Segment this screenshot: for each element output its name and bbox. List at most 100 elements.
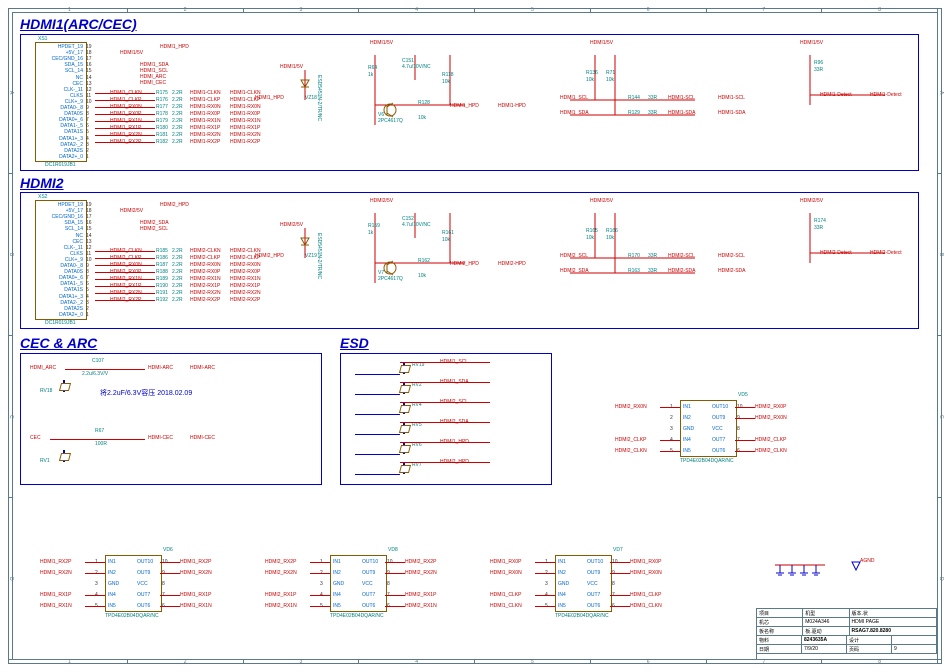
h2-v5-a: HDMI2/5V bbox=[370, 198, 393, 204]
connector-pin: SCL_14 bbox=[35, 226, 83, 232]
r128: R128 bbox=[418, 100, 430, 106]
c152v: 4.7u/10V/NC bbox=[402, 222, 431, 228]
connector-pin: DATA0S bbox=[35, 111, 83, 117]
arc-out2: HDMI-ARC bbox=[190, 365, 215, 371]
connector-pin: HPDET_19 bbox=[35, 202, 83, 208]
connector-pin: DATA0-_8 bbox=[35, 263, 83, 269]
connector-pin: DATA2-_2 bbox=[35, 300, 83, 306]
rv1: RV1 bbox=[40, 458, 50, 464]
connector-pin: SDA_15 bbox=[35, 62, 83, 68]
net-label: HDMI2_SCL bbox=[140, 226, 168, 232]
h1sda: HDMI1_SDA bbox=[560, 110, 589, 116]
connector-pin: CLK-_11 bbox=[35, 245, 83, 251]
h2-v5-c: HDMI2/5V bbox=[800, 198, 823, 204]
h1scl: HDMI1_SCL bbox=[560, 95, 588, 101]
r144v: 33R bbox=[648, 95, 657, 101]
h1-v5-b: HDMI1/5V bbox=[590, 40, 613, 46]
h2-v5-b: HDMI2/5V bbox=[590, 198, 613, 204]
r162: R162 bbox=[418, 258, 430, 264]
r174: R174 bbox=[814, 218, 826, 224]
r166v: 10k bbox=[606, 235, 614, 241]
connector-pin: DATA0S bbox=[35, 269, 83, 275]
r163v: 33R bbox=[648, 268, 657, 274]
rv18: RV18 bbox=[40, 388, 52, 394]
r159: R159 bbox=[368, 223, 380, 229]
r64v: 1k bbox=[368, 72, 373, 78]
h1hpd-out: HDMI1-HPD bbox=[498, 103, 526, 109]
connector-pin: DATA2-_2 bbox=[35, 142, 83, 148]
vz19-pwr: HDMI2/5V bbox=[280, 222, 303, 228]
vz18-hpd: HDMI1_HPD bbox=[255, 95, 284, 101]
r170v: 33R bbox=[648, 253, 657, 259]
vz18-pwr: HDMI1/5V bbox=[280, 64, 303, 70]
connector-pin: +5V_17 bbox=[35, 50, 83, 56]
h2hpd-in: HDMI2_HPD bbox=[450, 261, 479, 267]
xs1-footer: DC1R019JB1 bbox=[45, 162, 76, 168]
connector-pin: DATA0+_6 bbox=[35, 117, 83, 123]
esd-net: HDMI2_SDA bbox=[440, 419, 469, 425]
r71v: 10k bbox=[606, 77, 614, 83]
agnd-label: AGND bbox=[860, 558, 874, 564]
vz19-hpd: HDMI2_HPD bbox=[255, 253, 284, 259]
r174v: 33R bbox=[814, 225, 823, 231]
h1det: HDMI1-Detect bbox=[820, 92, 852, 98]
connector-pin: DATA1+_3 bbox=[35, 136, 83, 142]
r129: R129 bbox=[628, 110, 640, 116]
v7p: 2PC4617Q bbox=[378, 276, 403, 282]
connector-pin: CLK-_11 bbox=[35, 87, 83, 93]
connector-pin: DATA1S bbox=[35, 287, 83, 293]
connector-pin: CLKS bbox=[35, 251, 83, 257]
r129v: 33R bbox=[648, 110, 657, 116]
h2sda-o: HDMI2-SDA bbox=[668, 268, 696, 274]
cec-in: CEC bbox=[30, 435, 41, 441]
arc-out: HDMI-ARC bbox=[148, 365, 173, 371]
connector-pin: CLK+_9 bbox=[35, 257, 83, 263]
r162v: 10k bbox=[418, 273, 426, 279]
connector-pin: SDA_15 bbox=[35, 220, 83, 226]
connector-pin: DATA0-_8 bbox=[35, 105, 83, 111]
r71: R71 bbox=[606, 70, 615, 76]
h1sda-o2: HDMI1-SDA bbox=[718, 110, 746, 116]
connector-pin: DATA2+_0 bbox=[35, 312, 83, 318]
h2hpd-out: HDMI2-HPD bbox=[498, 261, 526, 267]
cec-section bbox=[20, 353, 322, 485]
connector-pin: CEC/GND_16 bbox=[35, 214, 83, 220]
connector-pin: CLKS bbox=[35, 93, 83, 99]
r165: R165 bbox=[586, 228, 598, 234]
cec-title: CEC & ARC bbox=[20, 335, 97, 351]
h2sda: HDMI2_SDA bbox=[560, 268, 589, 274]
hdmi1-title: HDMI1(ARC/CEC) bbox=[20, 16, 137, 32]
r96v: 33R bbox=[814, 67, 823, 73]
r144: R144 bbox=[628, 95, 640, 101]
connector-pin: HPDET_19 bbox=[35, 44, 83, 50]
cec-out: HDMI-CEC bbox=[148, 435, 173, 441]
net-label: HDMI2_HPD bbox=[160, 202, 189, 208]
esd-net: HDMI1_HPD bbox=[440, 439, 469, 445]
connector-pin: SCL_14 bbox=[35, 68, 83, 74]
r136v: 10k bbox=[586, 77, 594, 83]
esd-net: HDMI2_HPD bbox=[440, 459, 469, 465]
arc-in: HDMI_ARC bbox=[30, 365, 56, 371]
cec-note: 将2.2uF/6.3V容压 2018.02.09 bbox=[100, 388, 192, 398]
h2sda-o2: HDMI2-SDA bbox=[718, 268, 746, 274]
h1hpd-in: HDMI1_HPD bbox=[450, 103, 479, 109]
r118: R118 bbox=[442, 72, 454, 78]
connector-pin: NC bbox=[35, 75, 83, 81]
connector-pin: DATA2+_0 bbox=[35, 154, 83, 160]
xs2-footer: DC1R019JB1 bbox=[45, 320, 76, 326]
v6p: 2PC4617Q bbox=[378, 118, 403, 124]
h2scl: HDMI2_SCL bbox=[560, 253, 588, 259]
r128v: 10k bbox=[418, 115, 426, 121]
esd-title: ESD bbox=[340, 335, 369, 351]
r67: R67 bbox=[95, 428, 104, 434]
net-label: HDMI2/5V bbox=[120, 208, 143, 214]
connector-pin: DATA1S bbox=[35, 129, 83, 135]
connector-pin: DATA2S bbox=[35, 306, 83, 312]
h2det: HDMI2-Detect bbox=[820, 250, 852, 256]
r136: R136 bbox=[586, 70, 598, 76]
connector-pin: CEC bbox=[35, 239, 83, 245]
net-label: HDMI_CEC bbox=[140, 80, 166, 86]
connector-pin: DATA2S bbox=[35, 148, 83, 154]
connector-pin: +5V_17 bbox=[35, 208, 83, 214]
h1-v5-c: HDMI1/5V bbox=[800, 40, 823, 46]
